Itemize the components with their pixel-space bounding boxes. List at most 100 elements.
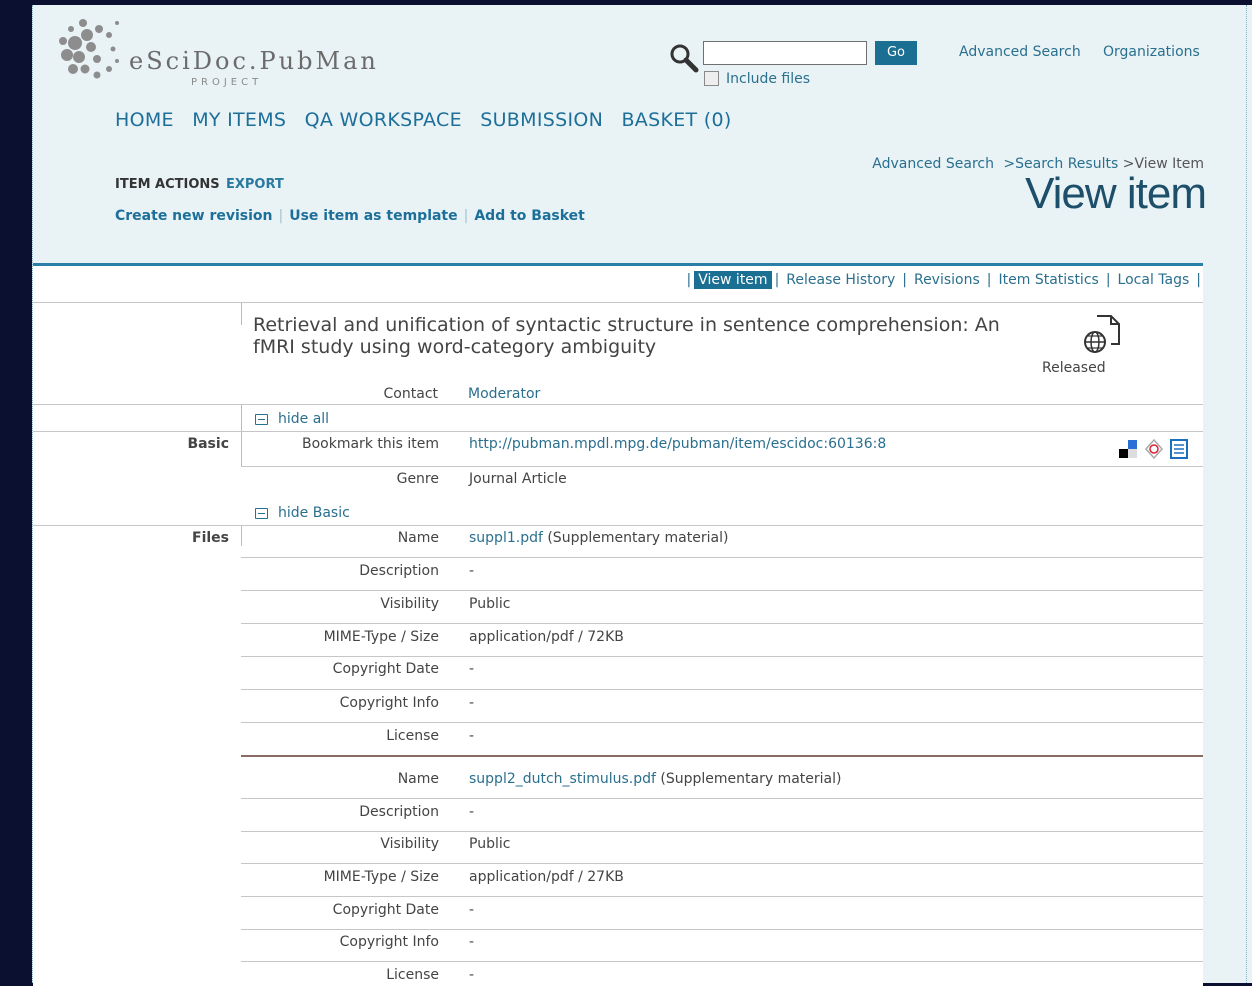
use-as-template-link[interactable]: Use item as template [289,208,457,224]
file-separator [241,755,1203,757]
visibility-value: Public [469,596,511,612]
released-status-icon [1084,315,1120,353]
description-value: - [469,804,475,820]
divider [241,590,1203,591]
export-link[interactable]: EXPORT [226,177,284,192]
mime-value: application/pdf / 27KB [469,869,624,885]
divider [241,896,1203,897]
divider [33,525,1203,526]
genre-label: Genre [396,471,439,487]
tab-item-statistics[interactable]: Item Statistics [995,271,1103,289]
copyright-date-label: Copyright Date [332,902,439,918]
divider [241,557,1203,558]
item-actions-label[interactable]: ITEM ACTIONS [115,177,220,192]
tab-release-history[interactable]: Release History [782,271,899,289]
bookmark-tools [1119,438,1188,460]
tab-view-item[interactable]: View item [694,271,772,289]
organizations-link[interactable]: Organizations [1103,44,1200,60]
page: eSciDoc.PubMan PROJECT Go Include files … [32,5,1252,986]
hide-all-label[interactable]: hide all [278,411,329,427]
visibility-label: Visibility [380,836,439,852]
copyright-date-label: Copyright Date [332,661,439,677]
logo-dots-icon [59,19,119,79]
nav-home[interactable]: HOME [115,109,174,131]
hide-basic-toggle[interactable]: hide Basic [255,505,350,521]
license-label: License [386,728,439,744]
tab-local-tags[interactable]: Local Tags [1114,271,1194,289]
nav-submission[interactable]: SUBMISSION [480,109,603,131]
breadcrumb-advanced-search[interactable]: Advanced Search [872,156,994,172]
divider [241,863,1203,864]
file-link[interactable]: suppl2_dutch_stimulus.pdf [469,771,656,787]
copyright-info-value: - [469,695,475,711]
visibility-label: Visibility [380,596,439,612]
description-value: - [469,563,475,579]
status-label: Released [1042,360,1106,376]
divider [241,831,1203,832]
file-note: (Supplementary material) [660,771,842,787]
hide-basic-label[interactable]: hide Basic [278,505,350,521]
hide-all-toggle[interactable]: hide all [255,411,329,427]
include-files-label[interactable]: Include files [726,71,810,87]
copyright-info-label: Copyright Info [339,934,439,950]
export-list-icon[interactable] [1170,439,1188,459]
mime-label: MIME-Type / Size [323,629,439,645]
item-tabs: | View item | Release History | Revisions | Ite… [686,271,1201,289]
visibility-value: Public [469,836,511,852]
copyright-info-value: - [469,934,475,950]
license-label: License [386,967,439,983]
file-name-value: suppl2_dutch_stimulus.pdf (Supplementary… [469,771,841,787]
logo-subtitle: PROJECT [191,77,263,88]
escidoc-logo[interactable]: eSciDoc.PubMan PROJECT [53,13,383,88]
file-name-label: Name [397,530,439,546]
license-value: - [469,967,475,983]
contact-label: Contact [383,386,438,402]
breadcrumb-separator: > [1003,156,1016,172]
search-icon[interactable] [669,43,699,73]
item-action-links: Create new revision | Use item as template… [115,208,585,224]
page-title: View item [1025,169,1207,218]
search-input[interactable] [703,41,867,65]
description-label: Description [359,804,439,820]
go-button[interactable]: Go [875,41,917,65]
nav-basket[interactable]: BASKET (0) [621,109,731,131]
nav-my-items[interactable]: MY ITEMS [192,109,286,131]
delicious-icon[interactable] [1119,440,1137,458]
page-border [1246,5,1248,983]
tab-separator: | [902,272,907,288]
add-to-basket-link[interactable]: Add to Basket [474,208,585,224]
tab-separator: | [1196,272,1201,288]
copyright-info-label: Copyright Info [339,695,439,711]
separator: | [463,208,469,224]
create-new-revision-link[interactable]: Create new revision [115,208,273,224]
divider [33,302,1203,303]
tab-revisions[interactable]: Revisions [910,271,984,289]
section-files: Files [192,530,229,546]
file-link[interactable]: suppl1.pdf [469,530,543,546]
contact-value[interactable]: Moderator [468,386,540,402]
tab-separator: | [986,272,992,288]
tab-separator: | [774,272,780,288]
include-files-checkbox[interactable] [704,71,719,86]
divider [241,689,1203,690]
tab-separator: | [686,272,692,288]
nav-qa-workspace[interactable]: QA WORKSPACE [305,109,462,131]
bookmark-url[interactable]: http://pubman.mpdl.mpg.de/pubman/item/es… [469,436,886,452]
section-basic: Basic [187,436,229,452]
divider [241,303,242,325]
file-name-value: suppl1.pdf (Supplementary material) [469,530,728,546]
file-note: (Supplementary material) [547,530,729,546]
main-navigation: HOME MY ITEMS QA WORKSPACE SUBMISSION BA… [115,109,744,131]
collapse-icon [255,413,268,425]
advanced-search-link[interactable]: Advanced Search [959,44,1081,60]
item-content: | View item | Release History | Revisions | Ite… [33,263,1203,986]
mime-value: application/pdf / 72KB [469,629,624,645]
divider [241,929,1203,930]
citation-icon[interactable] [1144,438,1164,460]
genre-value: Journal Article [469,471,567,487]
logo-text: eSciDoc.PubMan [129,47,379,75]
divider [241,405,242,431]
divider [241,722,1203,723]
copyright-date-value: - [469,902,475,918]
divider [241,961,1203,962]
